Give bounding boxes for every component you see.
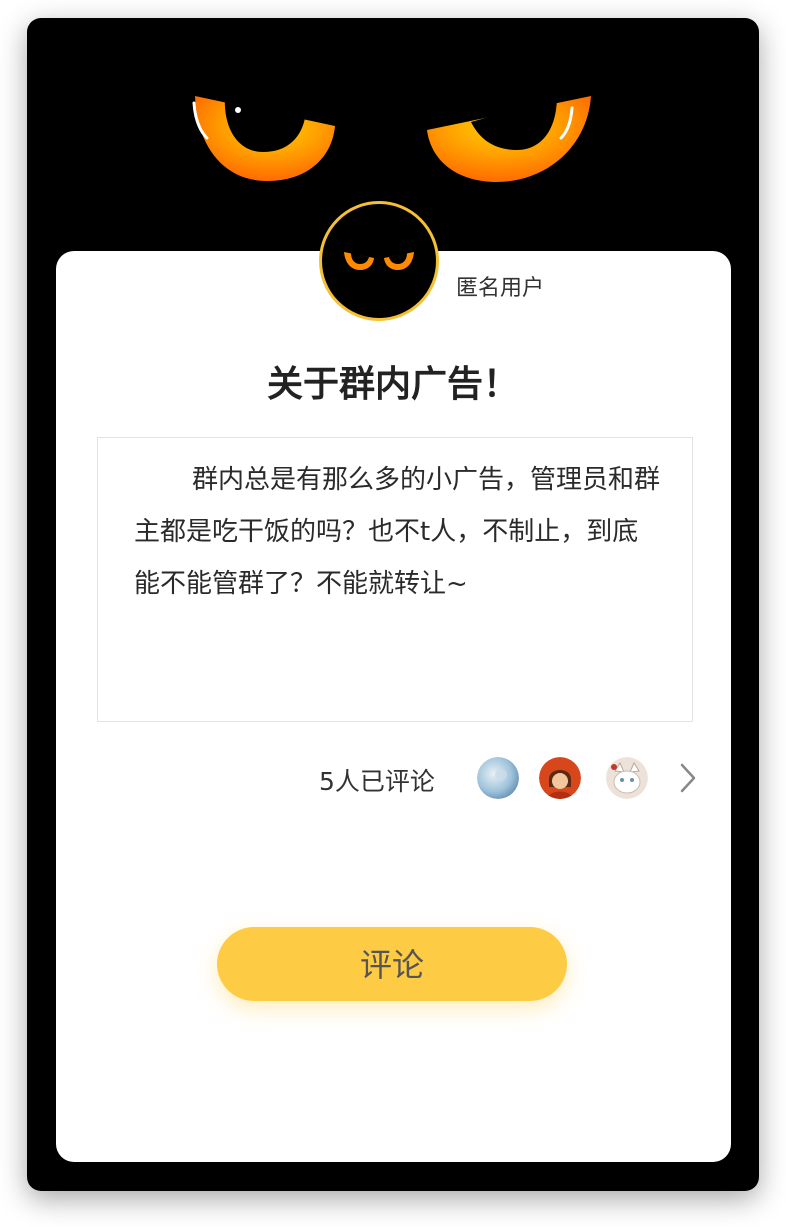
chevron-right-icon[interactable] bbox=[676, 762, 700, 794]
commenter-avatar-2[interactable] bbox=[539, 757, 581, 799]
comment-count-label[interactable]: 5人已评论 bbox=[319, 762, 435, 798]
post-body-box: 群内总是有那么多的小广告，管理员和群主都是吃干饭的吗？也不t人，不制止，到底能不… bbox=[97, 437, 693, 722]
author-avatar[interactable] bbox=[319, 201, 439, 321]
comment-button[interactable]: 评论 bbox=[217, 927, 567, 1001]
post-body-text: 群内总是有那么多的小广告，管理员和群主都是吃干饭的吗？也不t人，不制止，到底能不… bbox=[134, 465, 661, 599]
commenter-avatar-3[interactable] bbox=[606, 757, 648, 799]
post-title: 关于群内广告！ bbox=[266, 364, 519, 405]
eyes-avatar-icon bbox=[344, 252, 414, 270]
author-name: 匿名用户 bbox=[456, 276, 545, 301]
commenter-avatar-1[interactable] bbox=[477, 757, 519, 799]
